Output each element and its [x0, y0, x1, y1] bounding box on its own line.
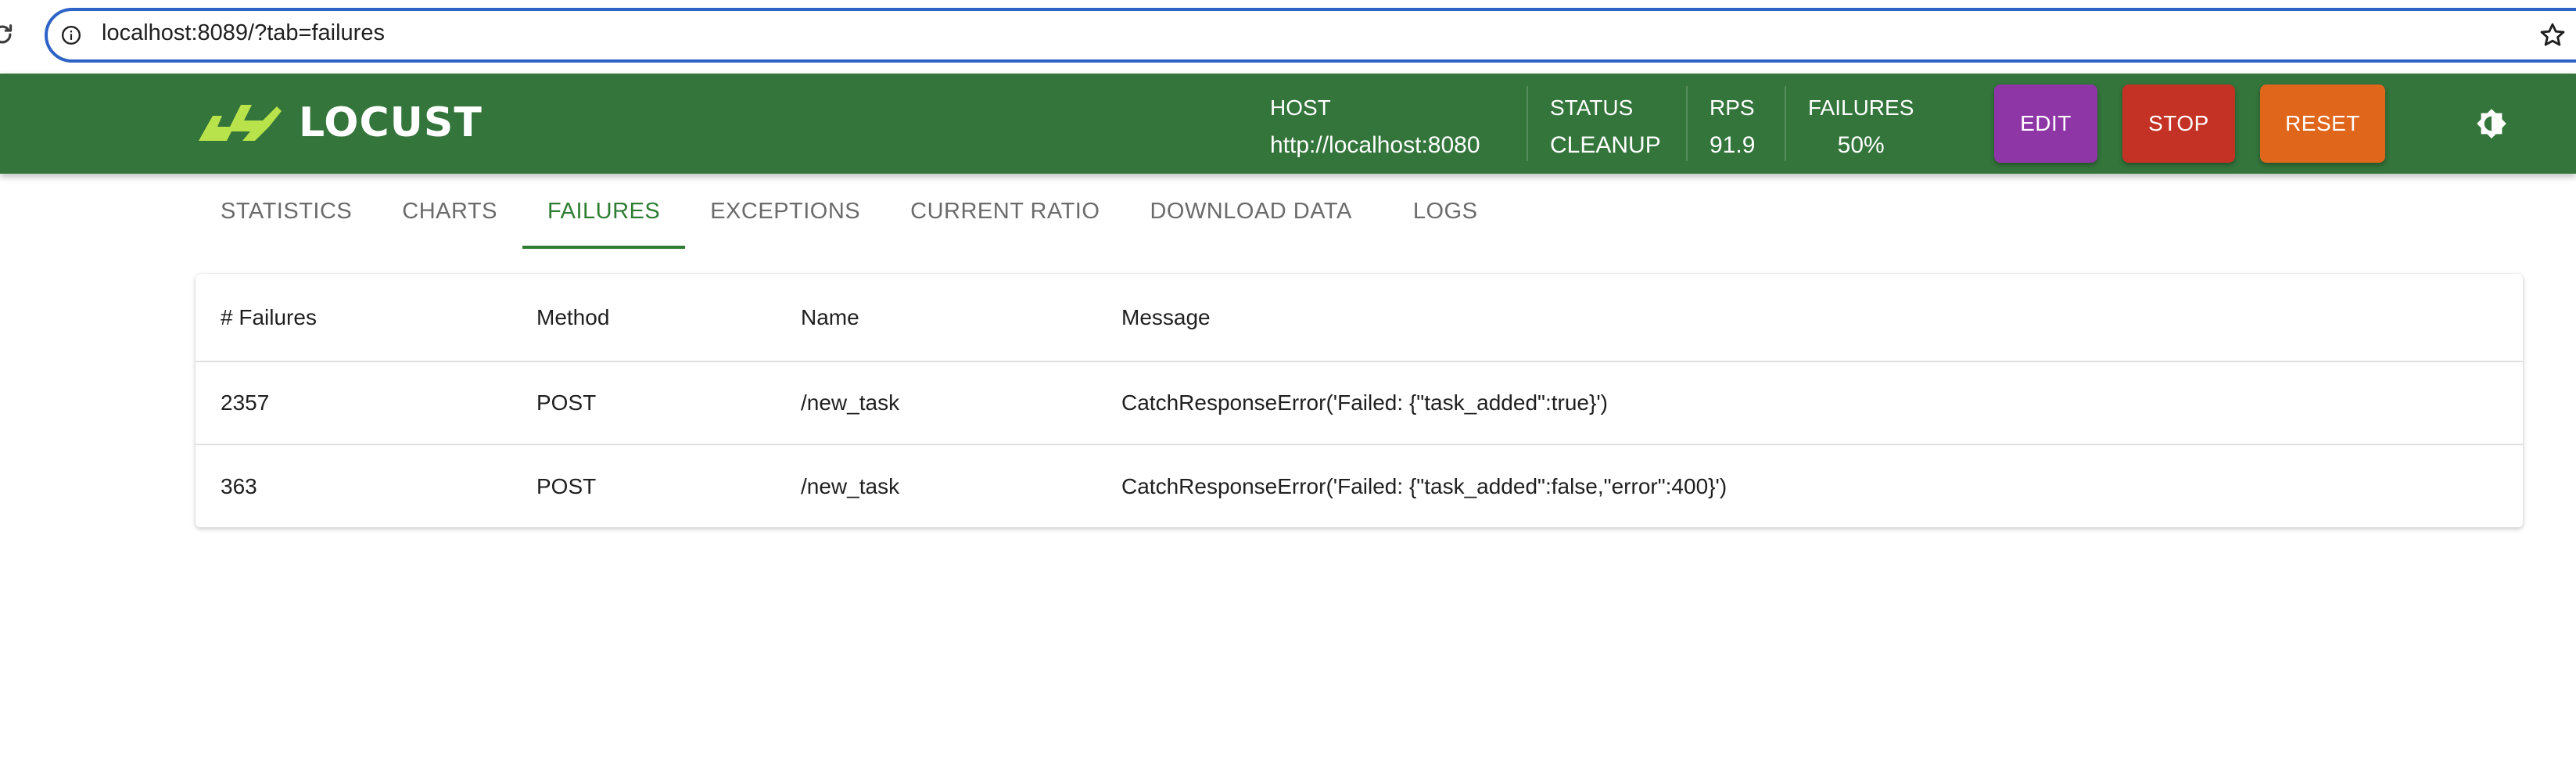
edit-button[interactable]: EDIT — [1994, 85, 2097, 163]
status-stat: STATUS CLEANUP — [1550, 89, 1661, 164]
column-header-failures[interactable]: # Failures — [196, 274, 511, 361]
stat-divider — [1785, 86, 1786, 161]
cell-failures: 363 — [221, 473, 257, 498]
host-value: http://localhost:8080 — [1270, 132, 1480, 158]
browser-toolbar: localhost:8089/?tab=failures — [0, 0, 2576, 70]
tab-download-data[interactable]: DOWNLOAD DATA — [1125, 174, 1376, 249]
host-label: HOST — [1270, 95, 1331, 120]
bookmark-star-icon[interactable] — [2538, 21, 2567, 49]
locust-logo[interactable]: LOCUST — [196, 97, 483, 149]
table-header-row: # Failures Method Name Message — [196, 274, 2523, 361]
locust-grasshopper-icon — [199, 105, 282, 141]
reset-button[interactable]: RESET — [2260, 85, 2385, 163]
table-row: 363 POST /new_task CatchResponseError('F… — [196, 444, 2523, 527]
app-header: LOCUST HOST http://localhost:8080 STATUS… — [0, 74, 2576, 174]
cell-name: /new_task — [801, 473, 900, 498]
stop-button[interactable]: STOP — [2122, 85, 2235, 163]
tab-current-ratio[interactable]: CURRENT RATIO — [885, 174, 1125, 249]
reload-icon[interactable] — [0, 21, 16, 48]
address-bar[interactable] — [45, 8, 2576, 63]
failures-table-card: # Failures Method Name Message 2357 POST… — [196, 274, 2523, 527]
tab-exceptions[interactable]: EXCEPTIONS — [685, 174, 885, 249]
tab-logs[interactable]: LOGS — [1388, 174, 1503, 249]
failures-stat: FAILURES 50% — [1808, 89, 1914, 164]
status-value: CLEANUP — [1550, 132, 1661, 158]
failures-table: # Failures Method Name Message 2357 POST… — [196, 274, 2523, 527]
rps-label: RPS — [1710, 95, 1755, 120]
tab-bar: STATISTICS CHARTS FAILURES EXCEPTIONS CU… — [196, 174, 1502, 249]
tab-failures[interactable]: FAILURES — [522, 174, 686, 249]
site-info-icon[interactable] — [61, 25, 81, 45]
stat-divider — [1527, 86, 1528, 161]
host-stat: HOST http://localhost:8080 — [1270, 89, 1480, 164]
cell-name: /new_task — [801, 390, 900, 415]
cell-method: POST — [536, 390, 597, 415]
tab-statistics[interactable]: STATISTICS — [196, 174, 377, 249]
logo-text: LOCUST — [299, 99, 483, 146]
cell-method: POST — [536, 473, 597, 498]
rps-value: 91.9 — [1710, 132, 1756, 158]
failures-label: FAILURES — [1808, 95, 1914, 120]
cell-message: CatchResponseError('Failed: {"task_added… — [1121, 473, 1727, 498]
rps-stat: RPS 91.9 — [1710, 89, 1755, 164]
column-header-method[interactable]: Method — [511, 274, 776, 361]
failures-value: 50% — [1837, 132, 1885, 158]
stat-divider — [1686, 86, 1688, 161]
column-header-name[interactable]: Name — [776, 274, 1096, 361]
column-header-message[interactable]: Message — [1096, 274, 2523, 361]
cell-message: CatchResponseError('Failed: {"task_added… — [1121, 390, 1609, 415]
status-label: STATUS — [1550, 95, 1634, 120]
url-text[interactable]: localhost:8089/?tab=failures — [102, 20, 385, 46]
tab-charts[interactable]: CHARTS — [377, 174, 522, 249]
theme-toggle-icon[interactable] — [2473, 105, 2510, 142]
table-row: 2357 POST /new_task CatchResponseError('… — [196, 361, 2523, 444]
cell-failures: 2357 — [221, 390, 270, 415]
